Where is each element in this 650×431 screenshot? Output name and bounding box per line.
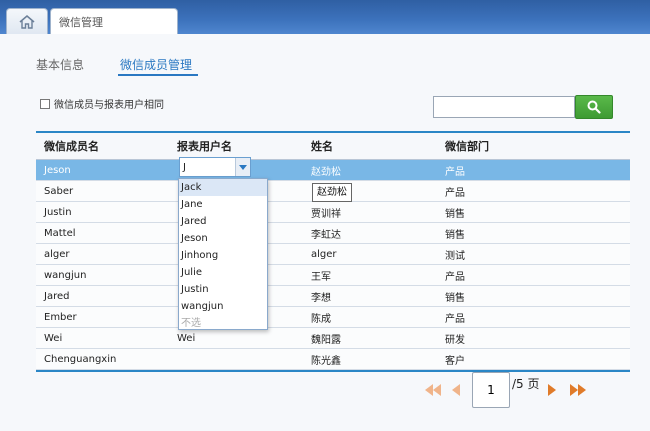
tab-title: 微信管理 — [59, 15, 103, 29]
cell-wechat-member: Mattel — [44, 227, 76, 239]
home-icon — [19, 14, 35, 29]
member-table: 微信成员名 报表用户名 姓名 微信部门 Jeson 赵劲松 产品 Saber 产品 Jus… — [36, 131, 630, 372]
cell-department: 销售 — [445, 208, 465, 220]
table-row[interactable]: Justin 贾训祥 销售 — [36, 202, 630, 223]
home-tab[interactable] — [6, 8, 48, 35]
cell-wechat-member: Jeson — [44, 164, 71, 176]
cell-name: 魏阳露 — [311, 334, 341, 346]
cell-department: 销售 — [445, 292, 465, 304]
report-user-combobox[interactable]: J — [179, 157, 251, 177]
same-user-checkbox[interactable] — [40, 98, 50, 109]
header-wechat-member[interactable]: 微信成员名 — [36, 138, 170, 154]
dropdown-item[interactable]: Jack — [179, 179, 267, 196]
active-tab-indicator — [118, 74, 198, 76]
cell-department: 销售 — [445, 229, 465, 241]
dropdown-item[interactable]: Jinhong — [179, 247, 267, 264]
cell-name: 赵劲松 — [311, 166, 341, 178]
same-user-label: 微信成员与报表用户相同 — [54, 100, 164, 111]
cell-department: 产品 — [445, 187, 465, 199]
search-input[interactable] — [433, 96, 575, 118]
dropdown-item[interactable]: wangjun — [179, 298, 267, 315]
cell-department: 产品 — [445, 166, 465, 178]
cell-wechat-member: Saber — [44, 185, 74, 197]
cell-department: 客户 — [445, 355, 465, 367]
page-number-input[interactable] — [472, 372, 510, 408]
header-department[interactable]: 微信部门 — [437, 138, 630, 154]
cell-wechat-member: Jared — [44, 290, 70, 302]
cell-name: 李想 — [311, 292, 331, 304]
table-row[interactable]: wangjun 王军 产品 — [36, 265, 630, 286]
search-icon — [587, 100, 601, 114]
subtab-basic-info[interactable]: 基本信息 — [36, 56, 84, 73]
header-name[interactable]: 姓名 — [304, 138, 437, 154]
last-page-icon[interactable] — [568, 383, 588, 397]
search-button[interactable] — [575, 95, 613, 119]
dropdown-item[interactable]: Jeson — [179, 230, 267, 247]
cell-wechat-member: Wei — [44, 332, 63, 344]
table-row[interactable]: alger alger 测试 — [36, 244, 630, 265]
table-row[interactable]: Mattel 李虹达 销售 — [36, 223, 630, 244]
dropdown-item[interactable]: Jared — [179, 213, 267, 230]
cell-department: 产品 — [445, 313, 465, 325]
table-row[interactable]: Ember 陈成 产品 — [36, 307, 630, 328]
cell-name: 王军 — [311, 271, 331, 283]
cell-department: 测试 — [445, 250, 465, 262]
chevron-down-icon[interactable] — [235, 158, 250, 176]
subtab-member-management[interactable]: 微信成员管理 — [120, 56, 192, 73]
cell-wechat-member: Chenguangxin — [44, 353, 117, 365]
cell-name: alger — [311, 248, 337, 260]
tab-wechat-management[interactable]: 微信管理 — [50, 8, 178, 34]
cell-name: 陈光鑫 — [311, 355, 341, 367]
table-bottom-border — [36, 370, 630, 372]
cell-department: 产品 — [445, 271, 465, 283]
cell-wechat-member: wangjun — [44, 269, 87, 281]
next-page-icon[interactable] — [546, 383, 558, 397]
dropdown-item[interactable]: Justin — [179, 281, 267, 298]
cell-wechat-member: Justin — [44, 206, 72, 218]
table-row[interactable]: Chenguangxin 陈光鑫 客户 — [36, 349, 630, 370]
prev-page-icon[interactable] — [450, 383, 462, 397]
same-user-option[interactable]: 微信成员与报表用户相同 — [40, 96, 164, 111]
cell-department: 研发 — [445, 334, 465, 346]
cell-name: 李虹达 — [311, 229, 341, 241]
name-tooltip: 赵劲松 — [312, 183, 352, 202]
combobox-value[interactable]: J — [180, 162, 235, 173]
report-user-dropdown: Jack Jane Jared Jeson Jinhong Julie Justin wang… — [178, 178, 268, 330]
table-header: 微信成员名 报表用户名 姓名 微信部门 — [36, 133, 630, 160]
table-row[interactable]: Jared 李想 销售 — [36, 286, 630, 307]
cell-report-user: Wei — [177, 332, 196, 344]
cell-wechat-member: Ember — [44, 311, 77, 323]
dropdown-item[interactable]: Jane — [179, 196, 267, 213]
cell-name: 陈成 — [311, 313, 331, 325]
dropdown-item[interactable]: Julie — [179, 264, 267, 281]
dropdown-item-none: 不选 — [181, 318, 201, 329]
table-row[interactable]: Wei Wei 魏阳露 研发 — [36, 328, 630, 349]
page-total: /5 页 — [512, 377, 540, 391]
first-page-icon[interactable] — [423, 383, 443, 397]
cell-name: 贾训祥 — [311, 208, 341, 220]
header-report-user[interactable]: 报表用户名 — [170, 138, 304, 154]
table-row[interactable]: Jeson 赵劲松 产品 — [36, 160, 630, 181]
cell-wechat-member: alger — [44, 248, 70, 260]
